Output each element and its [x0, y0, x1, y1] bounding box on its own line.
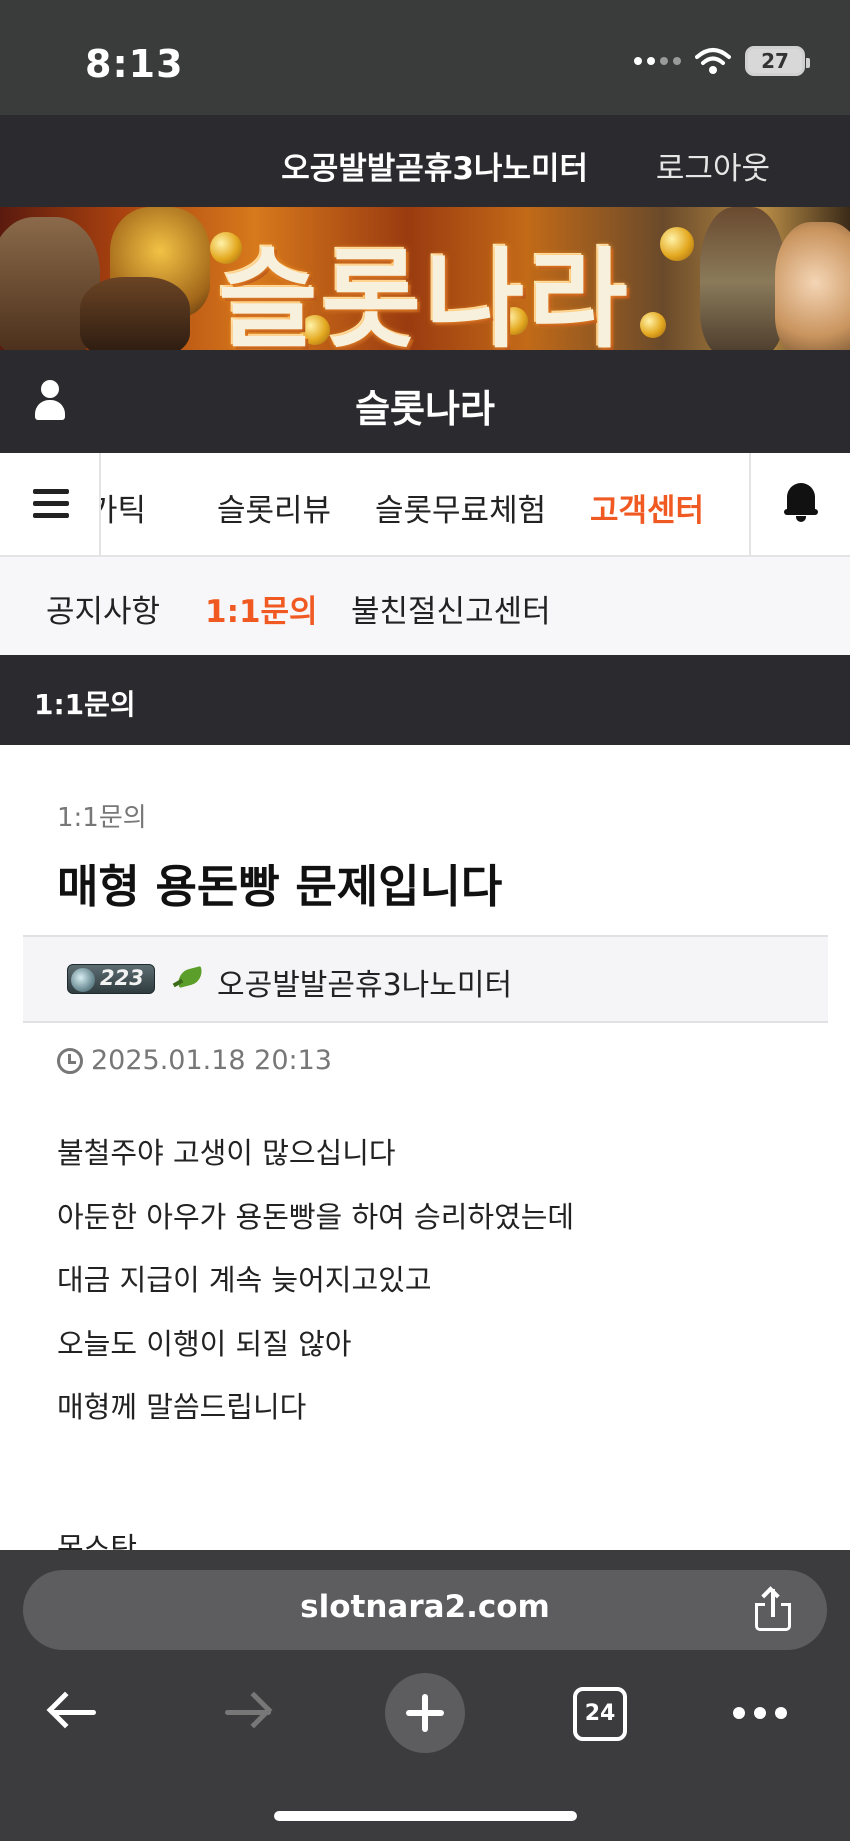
subnav-item-notice[interactable]: 공지사항 — [46, 586, 160, 631]
post-body-line: 불철주야 고생이 많으십니다 — [57, 1136, 396, 1170]
post-title: 매형 용돈빵 문제입니다 — [57, 860, 503, 913]
banner-logo-text: 슬롯나라 — [218, 238, 632, 350]
nav-item-slot-review[interactable]: 슬롯리뷰 — [217, 485, 331, 530]
level-number: 223 — [100, 966, 144, 990]
post-category[interactable]: 1:1문의 — [57, 797, 147, 834]
level-badge: 223 — [67, 964, 155, 994]
site-banner[interactable]: 슬롯나라 — [0, 207, 850, 350]
post-view: 1:1문의 매형 용돈빵 문제입니다 223 오공발발곧휴3나노미터 2025.… — [0, 745, 850, 1550]
main-nav: 가틱 슬롯리뷰 슬롯무료체험 고객센터 — [0, 453, 850, 557]
level-gem-icon — [71, 968, 95, 992]
forward-button[interactable] — [207, 1673, 287, 1753]
post-body-line: 매형께 말씀드립니다 — [57, 1390, 307, 1424]
signal-icon — [634, 57, 681, 65]
more-options-icon[interactable] — [733, 1707, 787, 1719]
back-arrow-icon — [32, 1673, 112, 1753]
notification-button[interactable] — [749, 453, 850, 555]
post-body: 불철주야 고생이 많으십니다 아둔한 아우가 용돈빵을 하여 승리하였는데 대금… — [57, 1133, 817, 1451]
status-bar: 8:13 27 — [0, 0, 850, 115]
hamburger-menu-icon[interactable] — [0, 453, 101, 555]
top-user-bar: 오공발발곧휴3나노미터 로그아웃 — [0, 115, 850, 207]
site-title[interactable]: 슬롯나라 — [0, 378, 850, 433]
share-icon[interactable] — [753, 1586, 793, 1633]
wifi-icon — [695, 48, 731, 74]
post-body-line: 대금 지급이 계속 늦어지고있고 — [57, 1263, 432, 1297]
author-name[interactable]: 오공발발곧휴3나노미터 — [217, 960, 512, 1004]
leaf-icon — [172, 966, 205, 989]
nav-items: 가틱 슬롯리뷰 슬롯무료체험 고객센터 — [101, 453, 749, 555]
battery-icon: 27 — [745, 46, 810, 76]
tabs-count-button[interactable]: 24 — [573, 1687, 627, 1741]
home-indicator[interactable] — [274, 1811, 577, 1821]
site-header: 슬롯나라 — [0, 350, 850, 453]
bell-icon — [784, 483, 818, 522]
post-body-line: 오늘도 이행이 되질 않아 — [57, 1326, 352, 1361]
forward-arrow-icon — [207, 1673, 287, 1753]
post-body-line: 아둔한 아우가 용돈빵을 하여 승리하였는데 — [57, 1199, 575, 1234]
address-bar[interactable]: slotnara2.com — [23, 1570, 827, 1650]
clock-icon — [57, 1047, 83, 1074]
new-tab-plus-icon[interactable] — [385, 1673, 465, 1753]
nav-item-customer-center[interactable]: 고객센터 — [590, 485, 704, 530]
subnav-item-inquiry[interactable]: 1:1문의 — [205, 586, 318, 631]
post-body-line-partial: 몬스탄 — [57, 1531, 138, 1550]
subnav-item-complaint-center[interactable]: 불친절신고센터 — [351, 586, 551, 631]
logout-link[interactable]: 로그아웃 — [656, 143, 770, 188]
url-text: slotnara2.com — [300, 1589, 550, 1625]
sub-nav: 공지사항 1:1문의 불친절신고센터 — [0, 557, 850, 655]
status-time: 8:13 — [85, 42, 184, 86]
top-username-link[interactable]: 오공발발곧휴3나노미터 — [281, 143, 588, 188]
back-button[interactable] — [32, 1673, 112, 1753]
section-header: 1:1문의 — [0, 655, 850, 745]
nav-item-tactics[interactable]: 가틱 — [101, 485, 146, 530]
author-bar: 223 오공발발곧휴3나노미터 — [23, 935, 828, 1023]
post-date-text: 2025.01.18 20:13 — [91, 1045, 332, 1076]
section-title: 1:1문의 — [34, 688, 136, 721]
post-date: 2025.01.18 20:13 — [57, 1045, 332, 1076]
status-icons: 27 — [634, 46, 810, 76]
nav-item-free-trial[interactable]: 슬롯무료체험 — [375, 485, 546, 530]
